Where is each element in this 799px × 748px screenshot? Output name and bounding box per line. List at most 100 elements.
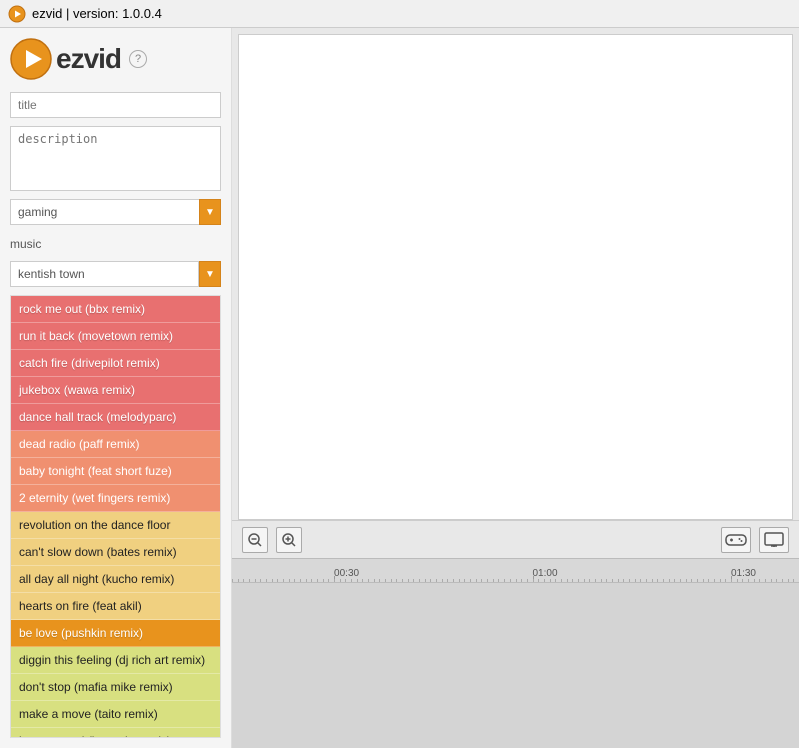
timeline-minor-tick (640, 579, 641, 582)
timeline-minor-tick (260, 579, 261, 582)
timeline-minor-tick (430, 579, 431, 582)
track-list-item[interactable]: dead radio (paff remix) (11, 431, 220, 458)
music-dropdown-arrow[interactable]: ▼ (199, 261, 221, 287)
track-list-item[interactable]: dance hall track (melodyparc) (11, 404, 220, 431)
zoom-in-button[interactable] (276, 527, 302, 553)
timeline-minor-tick (504, 579, 505, 582)
timeline-minor-tick (345, 579, 346, 582)
track-list-item[interactable]: hearts on fire (feat akil) (11, 593, 220, 620)
track-list-item[interactable]: baby tonight (feat short fuze) (11, 458, 220, 485)
timeline-minor-tick (470, 579, 471, 582)
timeline-minor-tick (249, 579, 250, 582)
timeline-minor-tick (635, 579, 636, 582)
timeline-minor-tick (516, 579, 517, 582)
timeline-minor-tick (419, 579, 420, 582)
timeline-minor-tick (629, 579, 630, 582)
track-list-item[interactable]: run it back (movetown remix) (11, 323, 220, 350)
zoom-out-button[interactable] (242, 527, 268, 553)
timeline-minor-tick (300, 579, 301, 582)
timeline-ruler: 00:3001:0001:30 (232, 559, 799, 583)
track-list-item[interactable]: 2 eternity (wet fingers remix) (11, 485, 220, 512)
timeline-minor-tick (464, 579, 465, 582)
track-list-item[interactable]: keep control (komodo remix) (11, 728, 220, 738)
timeline-minor-tick (493, 579, 494, 582)
gamepad-button[interactable] (721, 527, 751, 553)
timeline-minor-tick (368, 579, 369, 582)
timeline-minor-tick (578, 579, 579, 582)
timeline-marker: 01:00 (533, 568, 558, 579)
left-panel: ezvid ? gaming music sports education en… (0, 28, 232, 748)
timeline-minor-tick (589, 579, 590, 582)
timeline-minor-tick (453, 579, 454, 582)
track-list-item[interactable]: make a move (taito remix) (11, 701, 220, 728)
timeline-minor-tick (436, 579, 437, 582)
timeline-minor-tick (742, 579, 743, 582)
timeline-minor-tick (351, 579, 352, 582)
timeline-minor-tick (776, 579, 777, 582)
timeline-minor-tick (748, 579, 749, 582)
titlebar: ezvid | version: 1.0.0.4 (0, 0, 799, 28)
timeline-minor-tick (311, 579, 312, 582)
timeline-minor-tick (533, 579, 534, 582)
timeline-content[interactable] (232, 583, 799, 748)
timeline-minor-tick (595, 579, 596, 582)
track-list-item[interactable]: jukebox (wawa remix) (11, 377, 220, 404)
timeline-minor-tick (652, 579, 653, 582)
timeline-minor-tick (283, 579, 284, 582)
timeline-minor-tick (686, 579, 687, 582)
timeline-minor-tick (646, 579, 647, 582)
category-select[interactable]: gaming music sports education entertainm… (10, 199, 199, 225)
track-list-item[interactable]: don't stop (mafia mike remix) (11, 674, 220, 701)
description-input[interactable] (10, 126, 221, 191)
timeline-minor-tick (618, 579, 619, 582)
timeline-minor-tick (357, 579, 358, 582)
logo-area: ezvid ? (10, 38, 221, 80)
timeline-minor-tick (550, 579, 551, 582)
timeline-minor-tick (567, 579, 568, 582)
track-list-item[interactable]: all day all night (kucho remix) (11, 566, 220, 593)
timeline-minor-tick (720, 579, 721, 582)
timeline-minor-tick (601, 579, 602, 582)
timeline-minor-tick (606, 579, 607, 582)
timeline-minor-tick (317, 579, 318, 582)
timeline-marker: 00:30 (334, 568, 359, 579)
timeline-minor-tick (725, 579, 726, 582)
timeline-minor-tick (680, 579, 681, 582)
help-icon[interactable]: ? (129, 50, 147, 68)
track-list-item[interactable]: rock me out (bbx remix) (11, 296, 220, 323)
monitor-button[interactable] (759, 527, 789, 553)
timeline-minor-tick (238, 579, 239, 582)
title-input[interactable] (10, 92, 221, 118)
category-dropdown-arrow[interactable]: ▼ (199, 199, 221, 225)
timeline-minor-tick (771, 579, 772, 582)
track-list-item[interactable]: catch fire (drivepilot remix) (11, 350, 220, 377)
timeline-minor-tick (759, 579, 760, 582)
timeline-minor-tick (323, 579, 324, 582)
timeline-area: 00:3001:0001:30 (232, 558, 799, 748)
track-list: rock me out (bbx remix)run it back (move… (10, 295, 221, 738)
logo-text: ezvid (56, 43, 121, 75)
timeline-minor-tick (765, 579, 766, 582)
timeline-minor-tick (385, 579, 386, 582)
timeline-minor-tick (708, 579, 709, 582)
track-list-item[interactable]: can't slow down (bates remix) (11, 539, 220, 566)
track-list-item[interactable]: revolution on the dance floor (11, 512, 220, 539)
timeline-minor-tick (538, 579, 539, 582)
timeline-minor-tick (374, 579, 375, 582)
timeline-minor-tick (584, 579, 585, 582)
timeline-minor-tick (754, 579, 755, 582)
music-selected[interactable]: kentish town (10, 261, 199, 287)
timeline-minor-tick (788, 579, 789, 582)
timeline-minor-tick (476, 579, 477, 582)
timeline-minor-tick (623, 579, 624, 582)
timeline-minor-tick (544, 579, 545, 582)
track-list-item[interactable]: diggin this feeling (dj rich art remix) (11, 647, 220, 674)
timeline-minor-tick (669, 579, 670, 582)
timeline-minor-tick (521, 579, 522, 582)
timeline-minor-tick (266, 579, 267, 582)
toolbar (232, 520, 799, 558)
preview-area (238, 34, 793, 520)
timeline-minor-tick (782, 579, 783, 582)
track-list-item[interactable]: be love (pushkin remix) (11, 620, 220, 647)
timeline-minor-tick (447, 579, 448, 582)
